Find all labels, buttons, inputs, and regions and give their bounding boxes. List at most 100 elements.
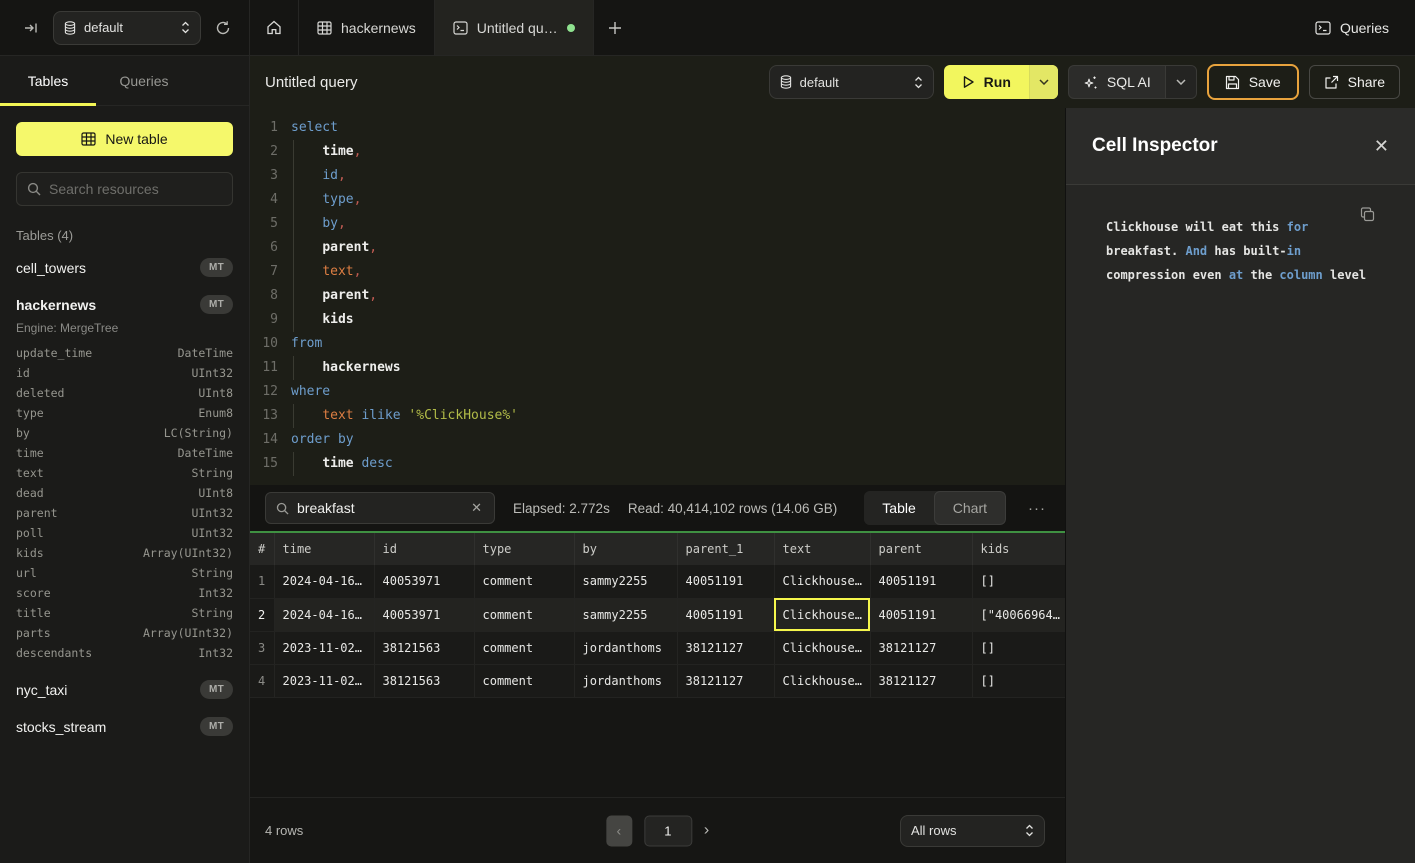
engine-badge: MT — [200, 258, 233, 277]
tab-untitled-query[interactable]: Untitled qu… — [435, 0, 594, 55]
copy-cell-button[interactable] — [1360, 207, 1375, 222]
code-text: hackernews — [278, 356, 401, 380]
column-header-kids[interactable]: kids — [972, 533, 1065, 565]
column-header-type[interactable]: type — [474, 533, 574, 565]
queries-icon — [1315, 21, 1331, 35]
table-list-item-hackernews[interactable]: hackernewsMT — [16, 286, 233, 323]
table-cell[interactable]: comment — [474, 598, 574, 631]
table-cell[interactable]: 2024-04-16… — [274, 565, 374, 598]
sql-ai-options-caret[interactable] — [1165, 66, 1196, 98]
run-button[interactable]: Run — [944, 65, 1058, 99]
table-cell[interactable]: 38121127 — [677, 631, 774, 664]
sql-editor[interactable]: 1select2 time,3 id,4 type,5 by,6 parent,… — [250, 108, 1065, 485]
share-button[interactable]: Share — [1309, 65, 1400, 99]
results-search-input[interactable] — [297, 500, 461, 516]
row-number-cell[interactable]: 1 — [250, 565, 274, 598]
view-tab-table[interactable]: Table — [864, 491, 933, 525]
table-cell[interactable]: 38121127 — [870, 631, 972, 664]
cell-inspector-panel: Cell Inspector ✕ Clickhouse will eat thi… — [1065, 108, 1415, 863]
column-header-by[interactable]: by — [574, 533, 677, 565]
database-selector-value: default — [84, 20, 123, 35]
page-number-input[interactable] — [644, 815, 692, 846]
schema-column-row: timeDateTime — [16, 443, 233, 463]
table-cell[interactable]: 2023-11-02… — [274, 631, 374, 664]
page-size-selector[interactable]: All rows — [900, 815, 1045, 847]
sql-ai-button[interactable]: SQL AI — [1068, 65, 1197, 99]
column-type: LC(String) — [164, 423, 233, 443]
table-cell[interactable]: comment — [474, 565, 574, 598]
row-number-cell[interactable]: 4 — [250, 664, 274, 697]
sidebar-collapse-button[interactable] — [20, 17, 43, 39]
column-name: by — [16, 423, 30, 443]
column-header-parent[interactable]: parent — [870, 533, 972, 565]
code-line-14: 14order by — [250, 428, 1065, 452]
table-cell[interactable]: [] — [972, 631, 1065, 664]
tab-home[interactable] — [250, 0, 299, 55]
more-options-button[interactable]: ··· — [1024, 500, 1050, 517]
sidebar-tabs: Tables Queries — [0, 56, 249, 106]
table-cell[interactable]: [] — [972, 565, 1065, 598]
database-selector[interactable]: default — [53, 11, 201, 45]
close-inspector-button[interactable]: ✕ — [1374, 136, 1389, 157]
sidebar-tab-queries[interactable]: Queries — [96, 56, 192, 105]
table-cell[interactable]: Clickhouse… — [774, 598, 870, 631]
table-cell[interactable]: 40051191 — [677, 565, 774, 598]
sidebar-collapse-icon — [24, 21, 39, 35]
table-cell[interactable]: 38121127 — [870, 664, 972, 697]
table-list-item-nyc_taxi[interactable]: nyc_taxiMT — [16, 671, 233, 708]
read-stat: Read: 40,414,102 rows (14.06 GB) — [628, 501, 837, 516]
column-header-parent_1[interactable]: parent_1 — [677, 533, 774, 565]
line-number: 14 — [250, 428, 278, 452]
new-table-button[interactable]: New table — [16, 122, 233, 156]
view-tab-chart[interactable]: Chart — [934, 491, 1006, 525]
query-database-selector[interactable]: default — [769, 65, 934, 99]
sidebar: Tables Queries New table — [0, 56, 250, 863]
schema-column-row: deadUInt8 — [16, 483, 233, 503]
table-list-item-stocks_stream[interactable]: stocks_streamMT — [16, 708, 233, 745]
table-cell[interactable]: 40051191 — [677, 598, 774, 631]
code-line-7: 7 text, — [250, 260, 1065, 284]
table-cell[interactable]: 38121127 — [677, 664, 774, 697]
search-resources-input[interactable] — [49, 181, 230, 197]
table-cell[interactable]: 2023-11-02… — [274, 664, 374, 697]
table-cell[interactable]: 40053971 — [374, 565, 474, 598]
code-text: parent, — [278, 284, 377, 308]
table-cell[interactable]: comment — [474, 664, 574, 697]
clear-search-button[interactable]: ✕ — [469, 500, 484, 516]
previous-page-button[interactable]: ‹ — [606, 815, 632, 846]
table-cell[interactable]: ["40066964… — [972, 598, 1065, 631]
table-cell[interactable]: Clickhouse… — [774, 664, 870, 697]
queries-button[interactable]: Queries — [1315, 20, 1389, 36]
row-number-cell[interactable]: 3 — [250, 631, 274, 664]
code-line-3: 3 id, — [250, 164, 1065, 188]
table-cell[interactable]: sammy2255 — [574, 565, 677, 598]
table-cell[interactable]: Clickhouse… — [774, 631, 870, 664]
column-header-num[interactable]: # — [250, 533, 274, 565]
tab-hackernews[interactable]: hackernews — [299, 0, 435, 55]
table-cell[interactable]: Clickhouse… — [774, 565, 870, 598]
refresh-button[interactable] — [211, 16, 235, 40]
table-list-item-cell_towers[interactable]: cell_towersMT — [16, 249, 233, 286]
new-tab-button[interactable] — [594, 0, 636, 55]
code-line-1: 1select — [250, 116, 1065, 140]
table-cell[interactable]: 38121563 — [374, 631, 474, 664]
sidebar-tab-tables[interactable]: Tables — [0, 56, 96, 105]
schema-column-row: by LC(String) — [16, 423, 233, 443]
table-cell[interactable]: 40051191 — [870, 565, 972, 598]
row-number-cell[interactable]: 2 — [250, 598, 274, 631]
column-header-time[interactable]: time — [274, 533, 374, 565]
save-button[interactable]: Save — [1207, 64, 1299, 100]
column-header-id[interactable]: id — [374, 533, 474, 565]
table-cell[interactable]: jordanthoms — [574, 664, 677, 697]
table-cell[interactable]: 2024-04-16… — [274, 598, 374, 631]
table-cell[interactable]: comment — [474, 631, 574, 664]
table-cell[interactable]: jordanthoms — [574, 631, 677, 664]
column-header-text[interactable]: text — [774, 533, 870, 565]
next-page-button[interactable]: › — [704, 822, 709, 840]
run-options-caret[interactable] — [1029, 65, 1058, 99]
table-cell[interactable]: 38121563 — [374, 664, 474, 697]
table-cell[interactable]: 40051191 — [870, 598, 972, 631]
table-cell[interactable]: [] — [972, 664, 1065, 697]
table-cell[interactable]: 40053971 — [374, 598, 474, 631]
table-cell[interactable]: sammy2255 — [574, 598, 677, 631]
